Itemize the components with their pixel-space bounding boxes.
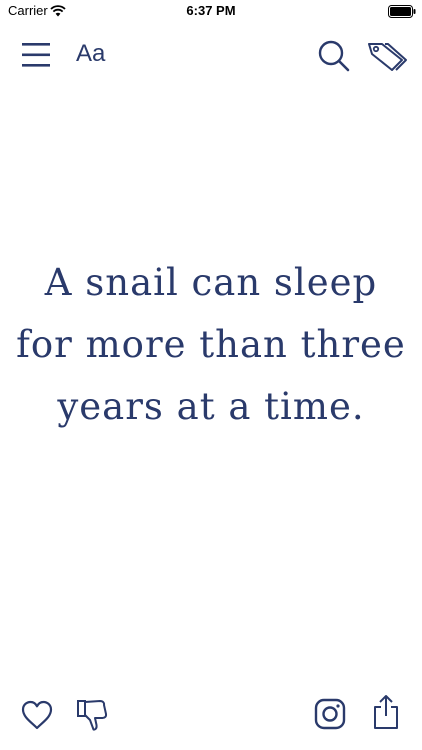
fact-text: A snail can sleep for more than three ye… <box>16 261 406 428</box>
clock: 6:37 PM <box>186 3 236 18</box>
heart-icon <box>21 700 53 734</box>
font-settings-button[interactable]: Aa <box>76 40 105 68</box>
dislike-button[interactable] <box>76 698 108 737</box>
like-button[interactable] <box>21 700 53 735</box>
tags-icon <box>366 43 408 78</box>
instagram-icon <box>314 698 346 734</box>
hamburger-menu-icon <box>22 43 50 72</box>
menu-button[interactable] <box>22 42 50 73</box>
status-bar: Carrier 6:37 PM <box>0 0 422 24</box>
thumbs-down-icon <box>76 700 108 736</box>
share-button[interactable] <box>372 694 400 735</box>
battery-icon <box>388 5 416 23</box>
search-icon <box>318 40 350 76</box>
tags-button[interactable] <box>366 40 408 79</box>
share-icon <box>372 695 400 734</box>
instagram-button[interactable] <box>314 698 346 735</box>
search-button[interactable] <box>318 40 350 77</box>
